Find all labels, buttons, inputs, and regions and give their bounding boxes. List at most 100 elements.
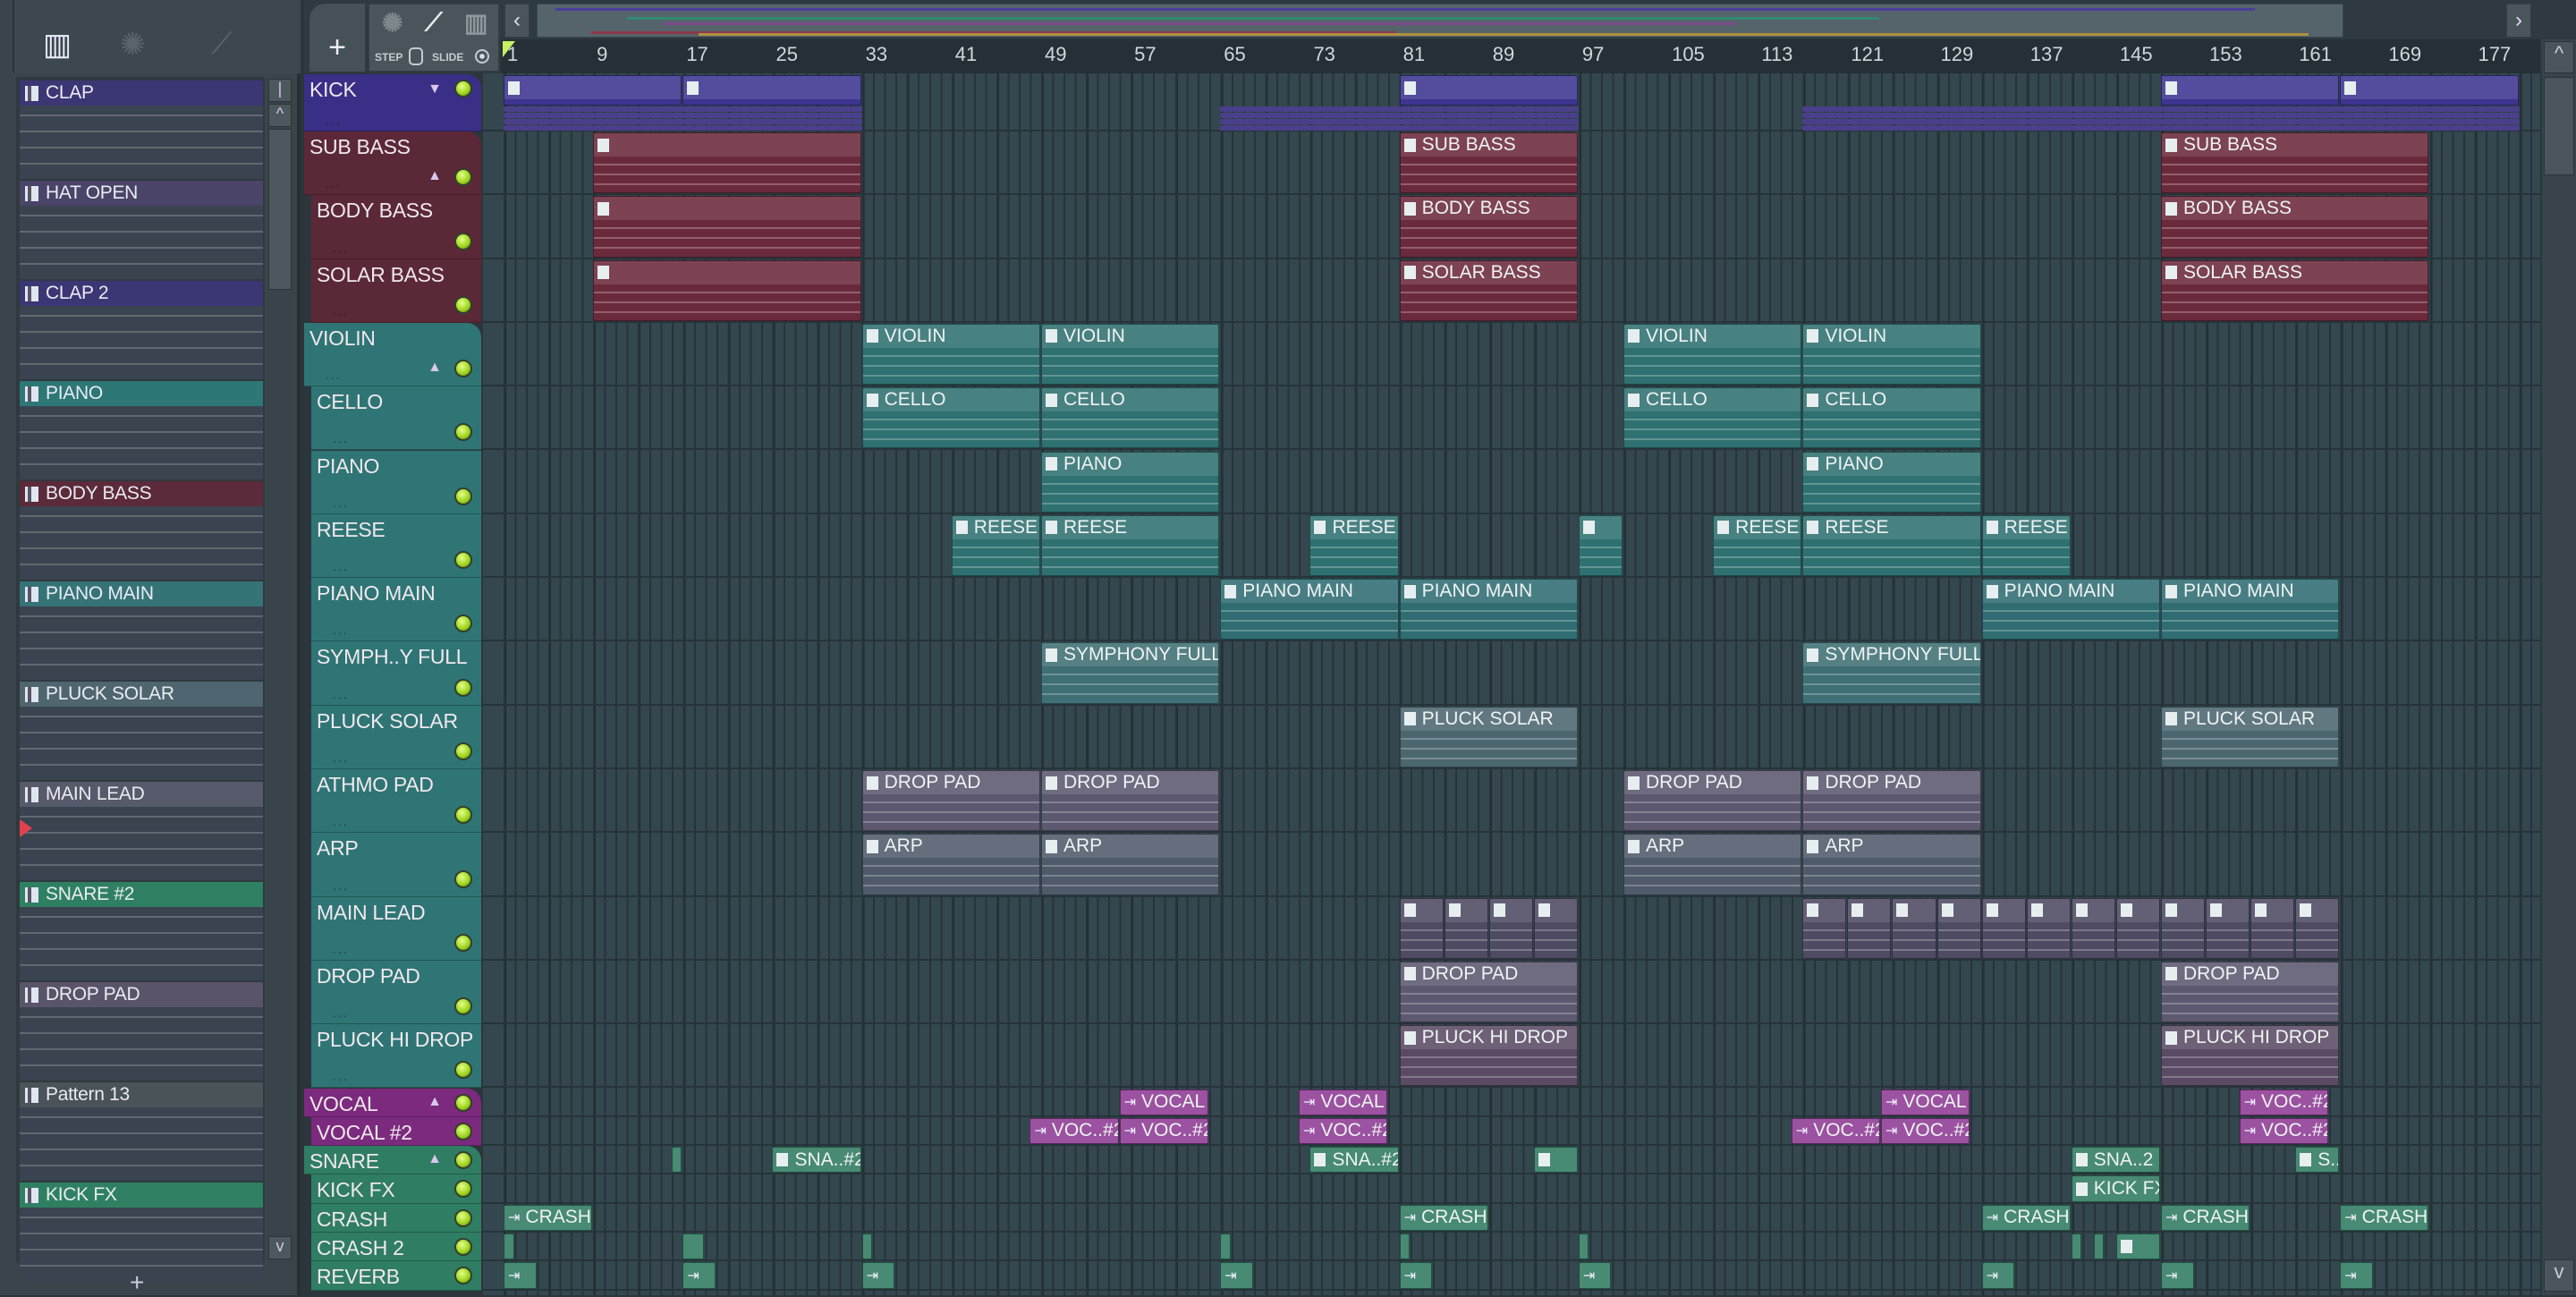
track-mute-led[interactable] [454, 1061, 472, 1080]
audio-wave-icon[interactable]: ✺ [382, 8, 402, 38]
pattern-item[interactable]: PLUCK SOLAR [20, 682, 263, 780]
pattern-clip[interactable] [2250, 897, 2295, 959]
track-lane[interactable] [483, 451, 2540, 514]
pattern-clip[interactable]: SNA..#2 [772, 1147, 861, 1174]
audio-clip[interactable]: ⇥ VOC..#2 [2239, 1089, 2328, 1115]
pattern-item[interactable]: DROP PAD [20, 982, 263, 1081]
pattern-clip[interactable] [2026, 897, 2071, 959]
audio-clip[interactable]: ⇥ [504, 1262, 537, 1289]
pattern-clip[interactable] [2206, 897, 2250, 959]
clip-header[interactable] [2161, 898, 2205, 922]
clip-header[interactable]: PIANO MAIN [2161, 580, 2339, 604]
clip-header[interactable]: PIANO MAIN [1982, 580, 2159, 604]
pattern-clip[interactable] [1936, 897, 1981, 959]
pattern-clip[interactable] [861, 1233, 873, 1260]
clip-header[interactable] [1400, 898, 1443, 922]
track-mute-led[interactable] [454, 168, 472, 187]
pattern-clip[interactable]: PLUCK HI DROP [2160, 1025, 2340, 1087]
track-name[interactable]: BODY BASS [317, 199, 433, 223]
clip-header[interactable]: SNA..#2 [773, 1148, 860, 1173]
pattern-item[interactable]: PIANO MAIN [20, 581, 263, 680]
pattern-clip[interactable]: KICK FX [2071, 1175, 2160, 1202]
pattern-clip[interactable] [504, 1233, 514, 1260]
clip-header[interactable]: VIOLIN [1803, 324, 1980, 348]
track-mute-led[interactable] [454, 487, 472, 505]
clip-header[interactable]: CELLO [862, 388, 1039, 412]
track-name[interactable]: PLUCK HI DROP [317, 1028, 473, 1052]
track-name[interactable]: VOCAL #2 [317, 1121, 412, 1145]
track-name[interactable]: VOCAL [309, 1092, 378, 1116]
pattern-clip[interactable]: PIANO [1802, 451, 1981, 513]
pattern-header[interactable]: MAIN LEAD [20, 782, 263, 807]
track-header[interactable]: CRASH 2 [311, 1233, 481, 1262]
clip-header[interactable]: VIOLIN [862, 324, 1039, 348]
pattern-header[interactable]: Pattern 13 [20, 1082, 263, 1107]
track-header[interactable]: PIANO MAIN... [311, 578, 481, 642]
clip-header[interactable]: CELLO [1624, 388, 1801, 412]
track-mute-led[interactable] [454, 80, 472, 97]
clip-header[interactable] [1803, 898, 1846, 922]
clip-header[interactable] [594, 133, 860, 157]
clip-header[interactable] [504, 76, 682, 99]
pattern-header[interactable]: BODY BASS [20, 481, 263, 506]
track-header[interactable]: SOLAR BASS... [311, 259, 481, 323]
clip-header[interactable] [1534, 1148, 1577, 1173]
track-mute-led[interactable] [454, 360, 472, 378]
pattern-item[interactable]: CLAP 2 [20, 281, 263, 379]
clip-header[interactable]: SOLAR BASS [2161, 260, 2428, 284]
clip-header[interactable] [1982, 898, 2025, 922]
collapse-down-icon[interactable]: ▼ [428, 81, 442, 97]
pattern-clip[interactable] [2115, 897, 2160, 959]
clip-header[interactable]: ⇥ VOC..#2 [2240, 1118, 2327, 1144]
pattern-item[interactable]: HAT OPEN [20, 181, 263, 279]
clip-header[interactable]: REESE [1714, 515, 1801, 539]
pattern-clip[interactable]: PIANO [1040, 451, 1220, 513]
piano-keys-icon[interactable]: ▥ [43, 27, 72, 63]
kick-lane-clip[interactable] [504, 113, 862, 118]
clip-header[interactable]: DROP PAD [2161, 962, 2339, 986]
track-options-icon[interactable]: ... [333, 496, 349, 510]
track-mute-led[interactable] [454, 678, 472, 697]
clip-header[interactable] [1893, 898, 1936, 922]
clip-header[interactable] [1400, 1234, 1410, 1259]
clip-header[interactable]: CELLO [1041, 388, 1219, 412]
pattern-clip[interactable]: REESE [1713, 514, 1802, 577]
collapse-up-icon[interactable]: ▲ [428, 168, 442, 184]
pattern-clip[interactable] [593, 259, 861, 321]
track-mute-led[interactable] [454, 806, 472, 825]
clip-header[interactable] [672, 1148, 682, 1173]
clip-header[interactable]: PLUCK HI DROP [2161, 1026, 2339, 1050]
clip-header[interactable]: DROP PAD [1400, 962, 1577, 986]
track-name[interactable]: PIANO [317, 454, 379, 479]
track-options-icon[interactable]: ... [326, 113, 342, 127]
pattern-clip[interactable] [2093, 1233, 2105, 1260]
track-name[interactable]: SUB BASS [309, 135, 411, 159]
scroll-handle[interactable]: | [268, 79, 292, 102]
track-name[interactable]: REESE [317, 518, 386, 542]
track-header[interactable]: CRASH [311, 1203, 481, 1233]
pattern-clip[interactable]: SUB BASS [1399, 132, 1578, 194]
pattern-item[interactable]: MAIN LEAD [20, 782, 263, 880]
pattern-header[interactable]: PIANO MAIN [20, 581, 263, 606]
track-header[interactable]: CELLO... [311, 386, 481, 451]
audio-clip[interactable]: ⇥ [1220, 1262, 1253, 1289]
audio-wave-icon[interactable]: ✺ [120, 27, 146, 63]
timeline-ruler[interactable]: 1 9 17 25 33 41 49 57 65 73 81 89 97 105 113 121 129 137 1… [501, 39, 2540, 73]
track-header[interactable]: KICK ▼... [304, 74, 481, 131]
pattern-clip[interactable] [1220, 1233, 1231, 1260]
track-options-icon[interactable]: ... [333, 1069, 349, 1083]
clip-header[interactable] [504, 1234, 513, 1259]
track-lane[interactable] [483, 1174, 2540, 1204]
clip-header[interactable] [2207, 898, 2250, 922]
clip-header[interactable] [594, 260, 860, 284]
track-header[interactable]: SUB BASS ▲... [304, 131, 481, 196]
clip-header[interactable] [683, 1234, 704, 1259]
clip-header[interactable]: ⇥ [683, 1263, 715, 1288]
pattern-clip[interactable]: PIANO MAIN [2160, 579, 2340, 640]
clip-header[interactable] [1221, 1234, 1230, 1259]
pattern-header[interactable]: CLAP 2 [20, 281, 263, 306]
clip-header[interactable]: ⇥ CRASH [1982, 1205, 2070, 1230]
track-mute-led[interactable] [454, 615, 472, 633]
pattern-clip[interactable] [682, 1233, 705, 1260]
track-options-icon[interactable]: ... [326, 176, 342, 191]
